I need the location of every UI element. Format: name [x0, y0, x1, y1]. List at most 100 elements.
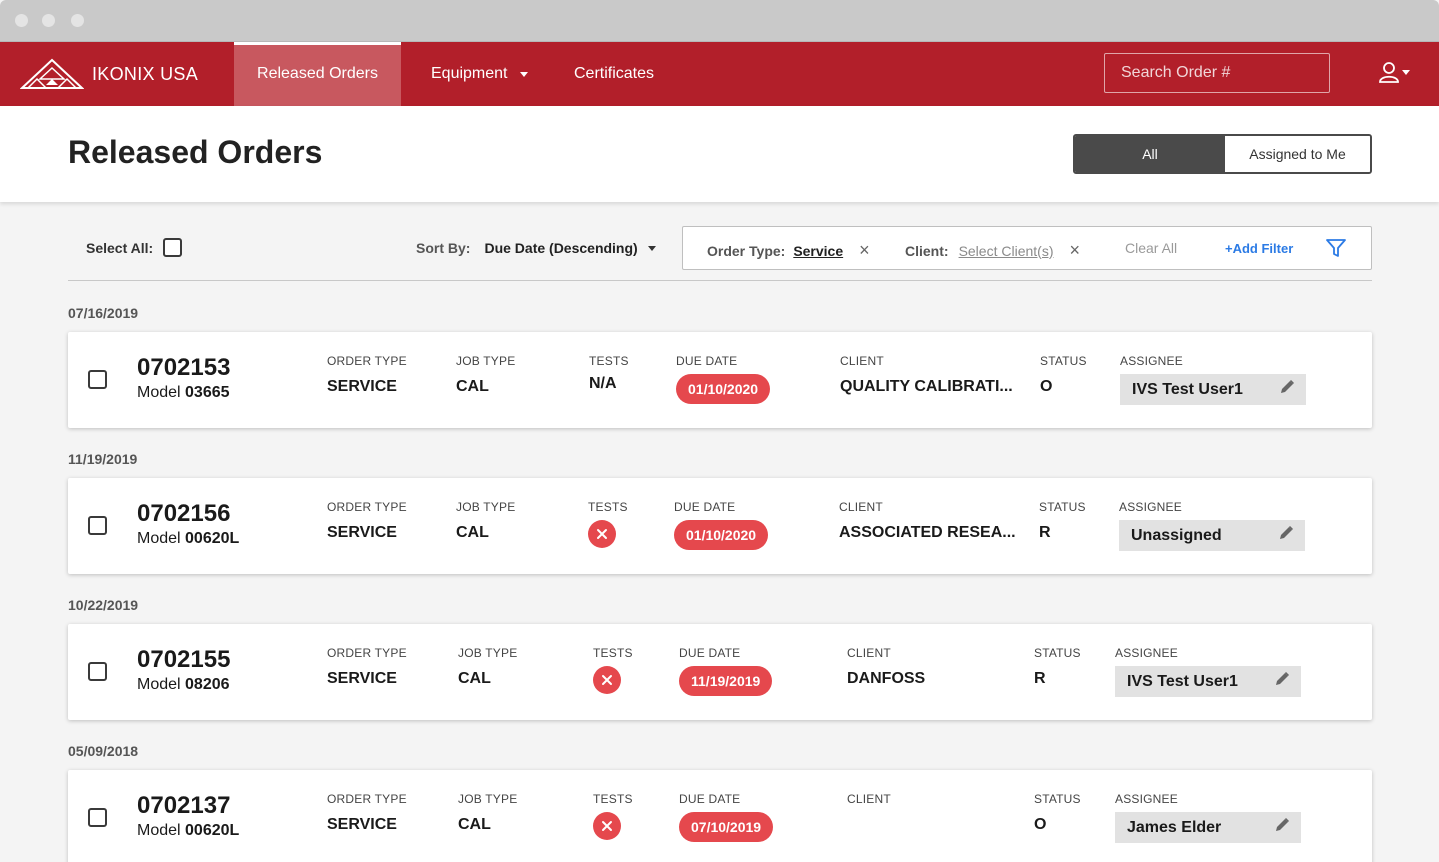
order-checkbox[interactable] [88, 516, 107, 535]
pencil-icon [1281, 379, 1295, 393]
model-number: 03665 [185, 384, 230, 401]
pencil-icon [1276, 817, 1290, 831]
column-header: CLIENT [839, 500, 883, 514]
model-number: 08206 [185, 676, 230, 693]
order-type-value: SERVICE [327, 670, 397, 687]
assignee-field[interactable]: IVS Test User1 [1115, 666, 1301, 697]
close-icon[interactable]: × [859, 240, 870, 261]
status-value: R [1039, 524, 1051, 541]
order-card[interactable]: 0702156 Model 00620L ORDER TYPE SERVICE JOB … [68, 478, 1372, 574]
model-prefix: Model [137, 822, 181, 839]
chevron-down-icon [1402, 69, 1410, 75]
column-header: DUE DATE [674, 500, 736, 514]
order-number[interactable]: 0702137 [137, 792, 230, 820]
assignee-field[interactable]: James Elder [1115, 812, 1301, 843]
filter-key: Order Type: [707, 242, 786, 259]
assignee-field[interactable]: Unassigned [1119, 520, 1305, 551]
filter-value-link[interactable]: Select Client(s) [959, 243, 1054, 259]
column-header: JOB TYPE [458, 792, 518, 806]
order-type-value: SERVICE [327, 816, 397, 833]
group-date-label: 05/09/2018 [68, 743, 139, 759]
group-date-label: 07/16/2019 [68, 305, 139, 321]
group-date-label: 10/22/2019 [68, 597, 139, 613]
model-line: Model 00620L [137, 530, 239, 548]
column-header: CLIENT [847, 646, 891, 660]
add-filter-button[interactable]: +Add Filter [1225, 241, 1293, 256]
pencil-icon [1280, 525, 1294, 539]
select-all-label: Select All: [86, 239, 154, 256]
chevron-down-icon[interactable] [647, 245, 656, 251]
tab-label: Certificates [574, 65, 655, 82]
tab-label: Released Orders [257, 65, 378, 82]
due-date-badge: 01/10/2020 [674, 520, 769, 550]
column-header: STATUS [1034, 646, 1081, 660]
column-header: JOB TYPE [456, 354, 516, 368]
group-date-label: 11/19/2019 [68, 451, 138, 467]
failed-test-icon[interactable] [588, 520, 616, 548]
tab-released-orders[interactable]: Released Orders [234, 42, 401, 106]
toggle-all[interactable]: All [1075, 136, 1225, 172]
close-icon[interactable]: × [1069, 240, 1080, 261]
column-header: JOB TYPE [456, 500, 516, 514]
tab-certificates[interactable]: Certificates [574, 42, 654, 106]
assignee-name: James Elder [1127, 818, 1222, 836]
order-type-column: ORDER TYPE SERVICE [327, 646, 407, 688]
tab-equipment[interactable]: Equipment [431, 42, 528, 106]
column-header: ASSIGNEE [1115, 646, 1178, 660]
job-type-value: CAL [456, 378, 489, 395]
client-column: CLIENT [847, 792, 891, 816]
edit-assignee-button[interactable] [1273, 670, 1291, 693]
maximize-window-button[interactable] [71, 14, 84, 27]
order-type-column: ORDER TYPE SERVICE [327, 354, 407, 396]
column-header: CLIENT [847, 792, 891, 806]
minimize-window-button[interactable] [42, 14, 55, 27]
order-card[interactable]: 0702155 Model 08206 ORDER TYPE SERVICE JOB T… [68, 624, 1372, 720]
filter-value-link[interactable]: Service [793, 243, 843, 259]
failed-test-icon[interactable] [593, 812, 621, 840]
job-type-value: CAL [456, 524, 489, 541]
order-card[interactable]: 0702137 Model 00620L ORDER TYPE SERVICE JOB … [68, 770, 1372, 862]
order-number[interactable]: 0702155 [137, 646, 230, 674]
user-icon [1379, 62, 1399, 83]
active-filters: Order Type: Service × Client: Select Cli… [682, 226, 1372, 270]
toggle-assigned-to-me[interactable]: Assigned to Me [1225, 136, 1370, 172]
filter-funnel-icon[interactable] [1325, 237, 1347, 259]
order-type-value: SERVICE [327, 378, 397, 395]
column-header: STATUS [1040, 354, 1087, 368]
edit-assignee-button[interactable] [1273, 816, 1291, 839]
column-header: ORDER TYPE [327, 792, 407, 806]
order-number[interactable]: 0702156 [137, 500, 230, 528]
clear-all-button[interactable]: Clear All [1125, 240, 1177, 256]
column-header: ASSIGNEE [1119, 500, 1182, 514]
brand-logo[interactable]: IKONIX USA [20, 58, 198, 90]
status-column: STATUS O [1034, 792, 1081, 834]
column-header: ORDER TYPE [327, 646, 407, 660]
search-input[interactable] [1121, 64, 1328, 82]
assignee-field[interactable]: IVS Test User1 [1120, 374, 1306, 405]
order-checkbox[interactable] [88, 808, 107, 827]
job-type-column: JOB TYPE CAL [458, 646, 517, 688]
column-header: DUE DATE [679, 792, 741, 806]
due-date-column: DUE DATE 11/19/2019 [679, 646, 773, 696]
select-all-checkbox[interactable] [163, 238, 183, 257]
status-value: R [1034, 670, 1046, 687]
client-value: QUALITY CALIBRATI... [840, 378, 1013, 395]
job-type-column: JOB TYPE CAL [456, 354, 515, 396]
model-line: Model 00620L [137, 822, 239, 840]
user-menu-button[interactable] [1378, 60, 1410, 84]
client-column: CLIENT ASSOCIATED RESEA... [839, 500, 1016, 542]
job-type-column: JOB TYPE CAL [456, 500, 515, 542]
column-header: TESTS [588, 500, 628, 514]
order-card[interactable]: 0702153 Model 03665 ORDER TYPE SERVICE JOB T… [68, 332, 1372, 428]
order-checkbox[interactable] [88, 662, 107, 681]
edit-assignee-button[interactable] [1277, 524, 1295, 547]
order-number[interactable]: 0702153 [137, 354, 230, 382]
edit-assignee-button[interactable] [1278, 378, 1296, 401]
sort-dropdown[interactable]: Due Date (Descending) [484, 240, 637, 256]
page-header: Released Orders All Assigned to Me [0, 106, 1439, 202]
order-checkbox[interactable] [88, 370, 107, 389]
close-window-button[interactable] [15, 14, 28, 27]
column-header: ORDER TYPE [327, 500, 407, 514]
failed-test-icon[interactable] [593, 666, 621, 694]
ikonix-logo-icon [20, 58, 84, 89]
